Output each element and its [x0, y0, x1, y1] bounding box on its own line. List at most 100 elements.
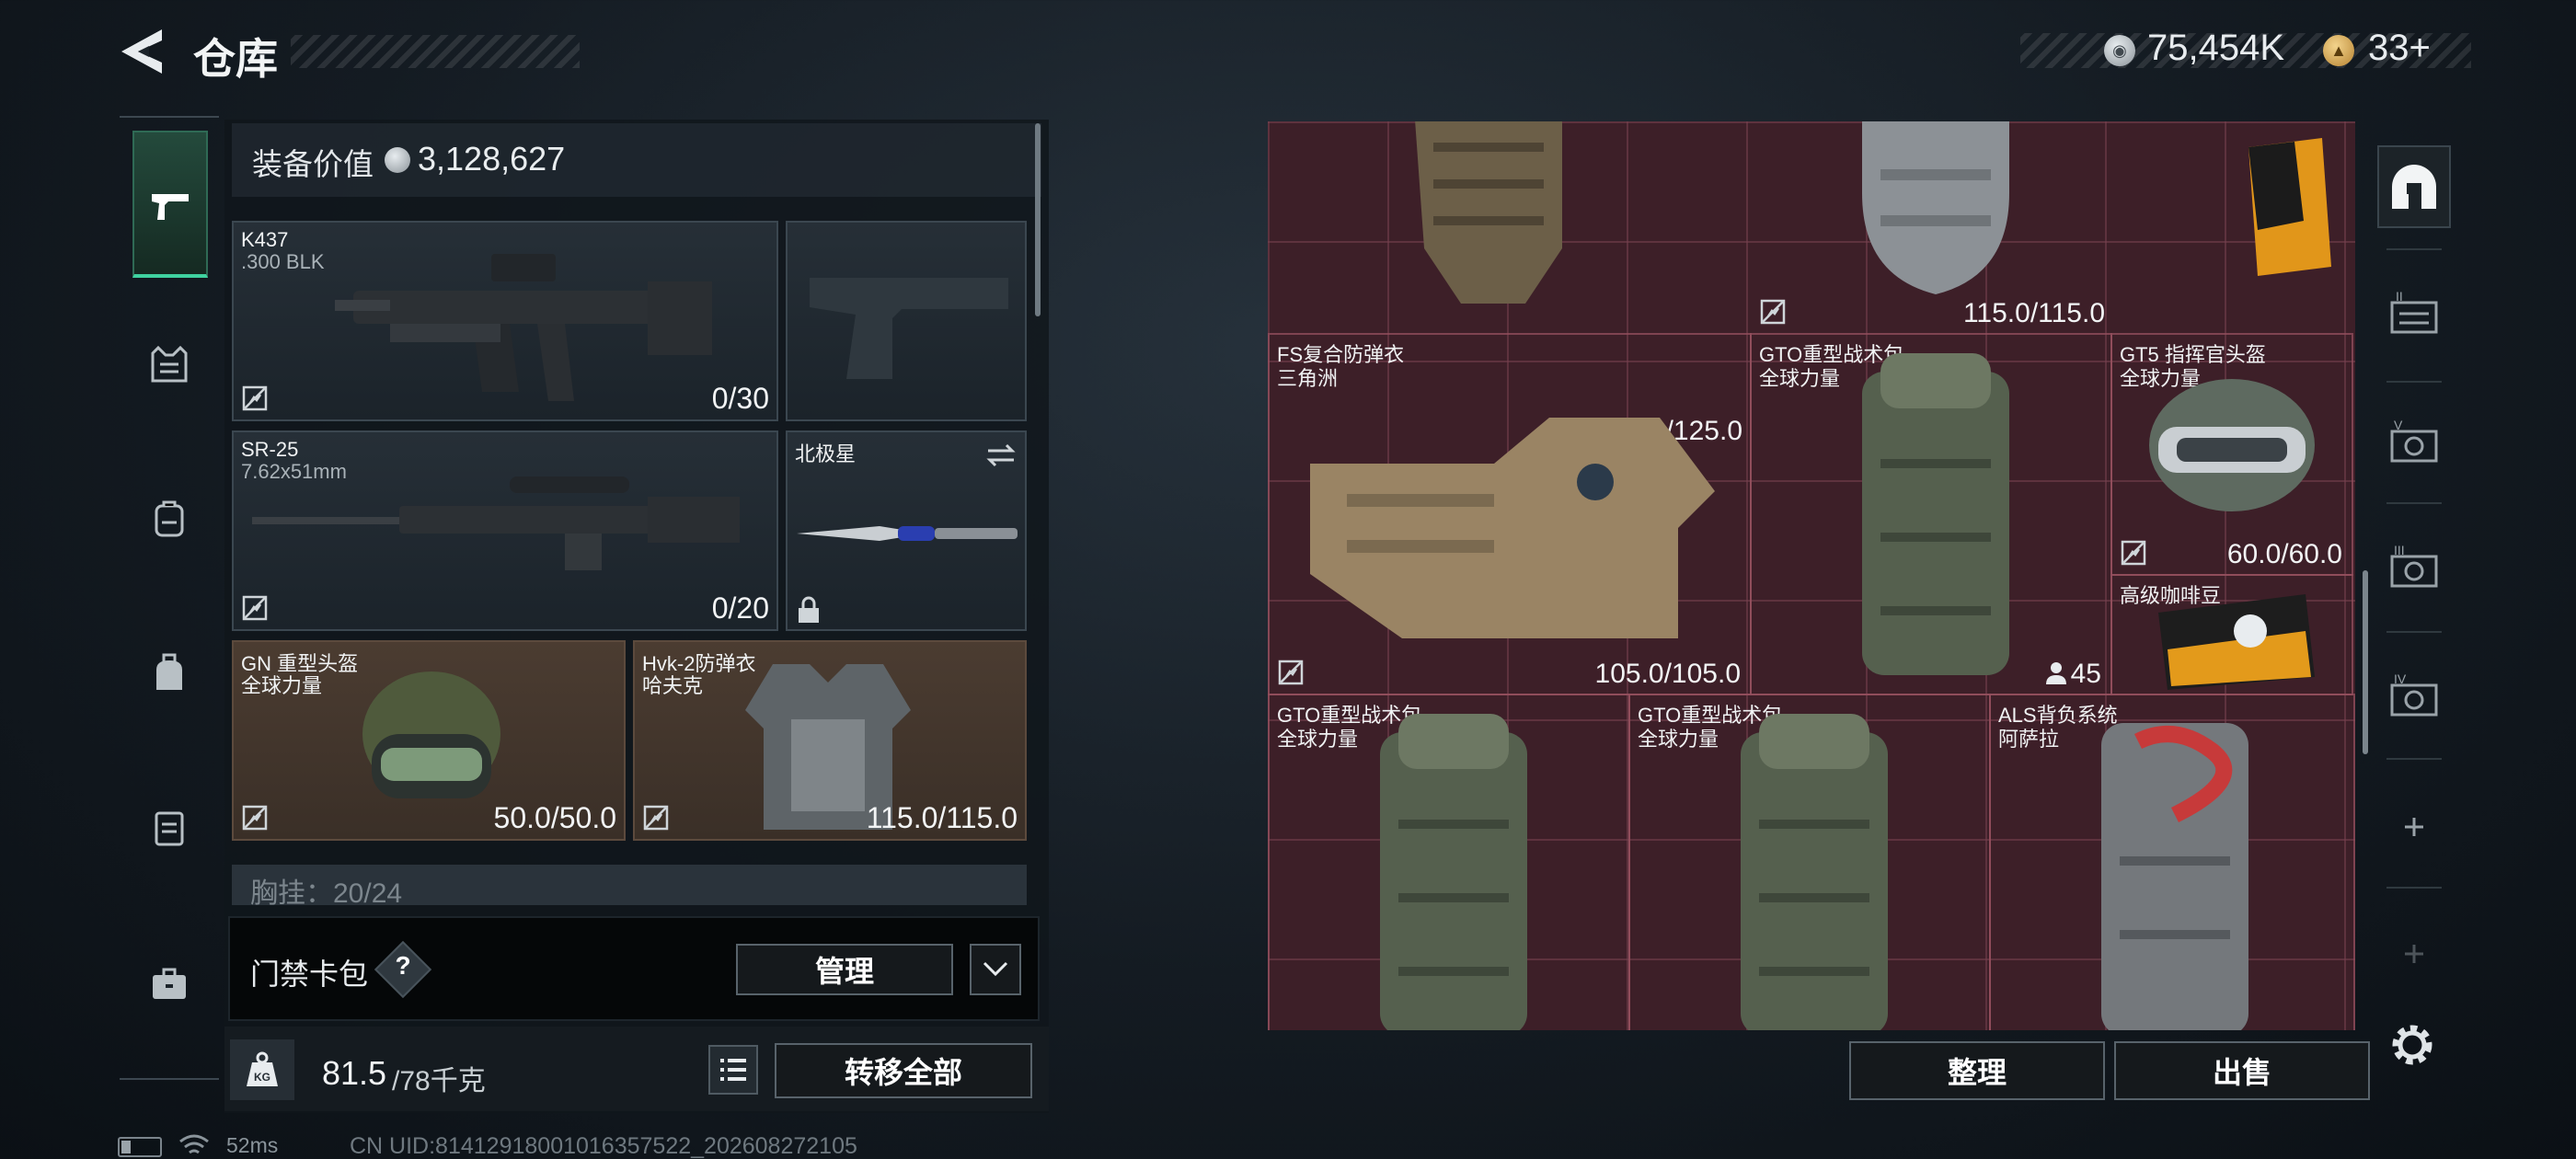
- slot-sidearm-empty[interactable]: [786, 221, 1027, 421]
- equipment-value: 3,128,627: [418, 140, 566, 178]
- storage-item-als-system[interactable]: ALS背负系统 阿萨拉: [1989, 694, 2355, 1030]
- category-tab-backpack[interactable]: [131, 635, 208, 712]
- item-faction: 全球力量: [1759, 367, 1841, 390]
- no-insure-icon: [643, 805, 669, 831]
- storage-tab-main[interactable]: [2377, 145, 2451, 228]
- gold-balance[interactable]: 33+: [2368, 28, 2431, 69]
- item-faction: 全球力量: [1277, 728, 1359, 751]
- knife-image: [797, 526, 1018, 541]
- ammo-count: 0/20: [711, 591, 769, 625]
- coffee-bag-image: [2248, 138, 2331, 276]
- access-card-label: 门禁卡包: [250, 958, 369, 991]
- item-durability: 115.0/115.0: [1962, 298, 2105, 328]
- armor-durability: 115.0/115.0: [866, 801, 1018, 834]
- pistol-silhouette-icon: [810, 278, 1008, 379]
- tier-4-icon: IV: [2390, 671, 2438, 717]
- lock-icon: [799, 596, 819, 623]
- clipboard-icon: [155, 811, 184, 846]
- svg-text:KG: KG: [254, 1071, 270, 1084]
- back-arrow-icon[interactable]: [118, 28, 164, 75]
- melee-name: 北极星: [795, 442, 857, 465]
- item-durability: 60.0/60.0: [2226, 539, 2342, 569]
- item-faction: 全球力量: [1638, 728, 1719, 751]
- svg-text:V: V: [2394, 418, 2403, 432]
- manage-button[interactable]: 管理: [736, 944, 953, 995]
- storage-grid[interactable]: 106.0/125.0 115.0/115.0 FS复合防弹衣 三角洲 105.…: [1268, 121, 2355, 1030]
- slot-secondary-weapon[interactable]: SR-25 7.62x51mm 0/20: [232, 430, 778, 631]
- helmet-durability: 50.0/50.0: [493, 801, 616, 834]
- storage-tab-add-locked[interactable]: [2377, 912, 2451, 995]
- wifi-icon: [178, 1133, 210, 1159]
- no-insure-icon: [242, 595, 268, 621]
- category-tab-rig[interactable]: [131, 480, 208, 557]
- ammo-count: 0/30: [711, 382, 769, 415]
- vest-icon: [151, 345, 188, 383]
- equipment-scrollbar[interactable]: [1035, 123, 1041, 316]
- bag-icon: [156, 653, 182, 690]
- als-backpack-image: [2101, 723, 2248, 1030]
- gear-icon[interactable]: [2386, 1019, 2438, 1071]
- slot-body-armor[interactable]: Hvk-2防弹衣 哈夫克 115.0/115.0: [633, 640, 1027, 841]
- storage-item-coffee-beans[interactable]: 高级咖啡豆: [2110, 574, 2353, 695]
- title-decoration: [291, 35, 580, 68]
- no-insure-icon: [242, 805, 268, 831]
- category-tab-weapons[interactable]: [132, 131, 208, 278]
- slot-helmet[interactable]: GN 重型头盔 全球力量 50.0/50.0: [232, 640, 626, 841]
- rifle-image: [335, 254, 712, 401]
- sniper-rifle-image: [252, 476, 740, 570]
- tidy-button[interactable]: 整理: [1849, 1041, 2105, 1100]
- category-rail: [120, 116, 219, 1080]
- weapon-caliber: .300 BLK: [241, 250, 325, 273]
- armor-image: [1415, 121, 1562, 304]
- category-tab-armor[interactable]: [131, 326, 208, 403]
- sell-button[interactable]: 出售: [2114, 1041, 2370, 1100]
- weight-icon: KG: [230, 1039, 294, 1100]
- helmet-image: [2149, 379, 2315, 511]
- backpack-small-icon: [155, 500, 184, 537]
- storage-item-gto-bag[interactable]: GTO重型战术包 全球力量 45: [1750, 333, 2112, 695]
- storage-scrollbar[interactable]: [2363, 570, 2368, 754]
- weapon-name: SR-25: [241, 438, 299, 461]
- pistol-icon: [152, 194, 189, 220]
- storage-item-gt5-helmet[interactable]: GT5 指挥官头盔 全球力量 60.0/60.0: [2110, 333, 2353, 576]
- category-tab-misc[interactable]: [131, 946, 208, 1023]
- helmet-faction: 全球力量: [241, 674, 323, 697]
- storage-item-fs-armor[interactable]: FS复合防弹衣 三角洲 105.0/105.0: [1268, 333, 1752, 695]
- item-quantity: 45: [2070, 659, 2101, 689]
- storage-tab-2[interactable]: V: [2377, 401, 2451, 484]
- chevron-down-icon: [983, 961, 1008, 977]
- tier-1-icon: II: [2390, 289, 2438, 334]
- chest-rig-label: 胸挂：20/24: [250, 878, 403, 909]
- silver-balance: 75,454K: [2147, 28, 2285, 68]
- armor-faction: 哈夫克: [642, 674, 704, 697]
- transfer-all-button[interactable]: 转移全部: [775, 1043, 1032, 1098]
- no-insure-icon: [2121, 540, 2146, 566]
- ping-value: 52ms: [226, 1133, 279, 1157]
- expand-dropdown-button[interactable]: [970, 944, 1021, 995]
- slot-melee[interactable]: 北极星: [786, 430, 1027, 631]
- fs-armor-image: [1310, 418, 1715, 638]
- gto-bag-image: [1862, 353, 2009, 675]
- storage-item-gto-bag[interactable]: GTO重型战术包 全球力量: [1628, 694, 1991, 1030]
- slot-primary-weapon[interactable]: K437 .300 BLK 0/30: [232, 221, 778, 421]
- storage-item-gto-bag[interactable]: GTO重型战术包 全球力量: [1268, 694, 1630, 1030]
- storage-tab-3[interactable]: III: [2377, 526, 2451, 609]
- list-view-button[interactable]: [708, 1045, 758, 1095]
- tier-3-icon: III: [2390, 543, 2438, 588]
- help-icon[interactable]: ?: [383, 951, 423, 988]
- category-tab-case[interactable]: [131, 789, 208, 866]
- no-insure-icon: [1760, 299, 1786, 325]
- person-icon: [2046, 662, 2066, 684]
- svg-text:II: II: [2396, 289, 2403, 304]
- storage-tab-rail: II V III IV: [2372, 120, 2456, 1039]
- storage-tab-add[interactable]: [2377, 786, 2451, 868]
- storage-tab-4[interactable]: IV: [2377, 655, 2451, 738]
- item-faction: 阿萨拉: [1998, 728, 2060, 751]
- swap-icon[interactable]: [984, 442, 1018, 469]
- gold-coin-icon: ▲: [2323, 35, 2354, 66]
- weight-current: 81.5: [322, 1054, 387, 1092]
- silver-coin-icon: [385, 147, 410, 173]
- storage-item-coffee-bag[interactable]: [2221, 121, 2355, 333]
- storage-tab-1[interactable]: II: [2377, 272, 2451, 355]
- coffee-beans-image: [2158, 594, 2315, 690]
